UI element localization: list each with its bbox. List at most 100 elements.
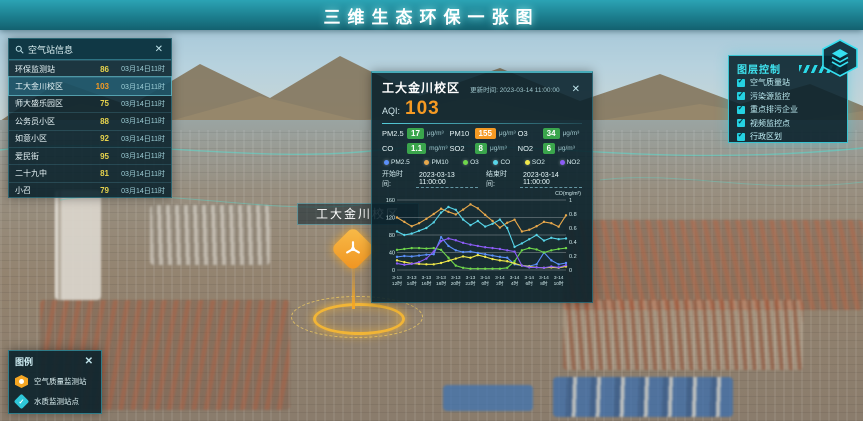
svg-text:80: 80 [389, 233, 395, 239]
station-time: 03月14日11时 [109, 151, 165, 161]
checkbox-checked-icon[interactable] [737, 133, 745, 141]
station-name: 爱民街 [15, 151, 89, 162]
marker-stem [352, 269, 355, 309]
pollutant-unit: mg/m³ [429, 145, 447, 152]
layer-item[interactable]: 视频监控点 [737, 117, 839, 131]
checkbox-checked-icon[interactable] [737, 106, 745, 114]
svg-text:3-142时: 3-142时 [495, 275, 505, 287]
svg-text:0: 0 [569, 268, 572, 274]
station-row[interactable]: 如意小区 92 03月14日11时 [9, 130, 171, 147]
legend-item[interactable]: CO [493, 159, 510, 166]
station-time: 03月14日11时 [109, 64, 165, 74]
station-panel-title: 空气站信息 [28, 43, 73, 56]
pollutant-name: O3 [518, 129, 540, 138]
svg-text:3-1410时: 3-1410时 [554, 275, 564, 287]
legend-entry-label: 空气质量监测站 [34, 376, 87, 387]
divider [382, 123, 582, 124]
close-icon[interactable]: ✕ [570, 84, 582, 95]
svg-text:3-1312时: 3-1312时 [392, 275, 402, 287]
layer-item[interactable]: 行政区划 [737, 130, 839, 144]
svg-text:3-1322时: 3-1322时 [465, 275, 475, 287]
svg-text:3-146时: 3-146时 [524, 275, 534, 287]
station-aqi: 75 [89, 99, 109, 108]
svg-text:3-140时: 3-140时 [480, 275, 490, 287]
svg-text:0.8: 0.8 [569, 212, 577, 218]
station-aqi: 86 [89, 65, 109, 74]
legend-dot [560, 160, 565, 165]
pollutant-value: 6 [543, 143, 555, 154]
station-name: 师大盛乐园区 [15, 98, 89, 109]
svg-text:3-148时: 3-148时 [539, 275, 549, 287]
station-row[interactable]: 小召 79 03月14日11时 [9, 182, 171, 199]
legend-item[interactable]: NO2 [560, 159, 580, 166]
pollutant-unit: μg/m³ [499, 130, 516, 137]
legend-entry-air: 空气质量监测站 [15, 375, 95, 388]
station-aqi: 88 [89, 117, 109, 126]
air-station-hexagon-icon [15, 375, 28, 388]
layers-icon [820, 39, 860, 77]
layers-hexagon-button[interactable] [820, 39, 860, 77]
station-row[interactable]: 师大盛乐园区 75 03月14日11时 [9, 95, 171, 112]
legend-entry-water: 水质监测站点 [15, 395, 95, 408]
legend-item[interactable]: O3 [463, 159, 479, 166]
close-icon[interactable]: ✕ [83, 356, 95, 367]
station-row[interactable]: 爱民街 95 03月14日11时 [9, 147, 171, 164]
svg-text:CO(mg/m³): CO(mg/m³) [555, 191, 581, 197]
station-aqi: 103 [89, 82, 109, 91]
marker-inner-ring [313, 303, 405, 335]
legend-item[interactable]: PM10 [424, 159, 448, 166]
station-row[interactable]: 公务员小区 88 03月14日11时 [9, 112, 171, 129]
station-row-selected[interactable]: 工大金川校区 103 03月14日11时 [9, 77, 171, 94]
update-time-label: 更新时间: 2023-03-14 11:00:00 [470, 84, 560, 94]
checkbox-checked-icon[interactable] [737, 119, 745, 127]
aqi-label: AQI: [382, 106, 400, 116]
end-time-label: 结束时间: [486, 169, 512, 189]
chart-legend: PM2.5 PM10 O3 CO SO2 NO2 [384, 159, 580, 166]
svg-text:0: 0 [392, 268, 395, 274]
station-row[interactable]: 环保监测站 86 03月14日11时 [9, 60, 171, 77]
station-row[interactable]: 二十九中 81 03月14日11时 [9, 164, 171, 181]
air-station-marker-icon[interactable] [330, 226, 375, 271]
water-station-diamond-icon [14, 394, 30, 410]
legend-item[interactable]: PM2.5 [384, 159, 410, 166]
pollutant-value: 1.1 [407, 143, 426, 154]
search-icon [15, 45, 24, 54]
legend-dot [525, 160, 530, 165]
detail-station-title: 工大金川校区 [382, 79, 460, 96]
svg-text:3-1320时: 3-1320时 [451, 275, 461, 287]
start-time-input[interactable]: 2023-03-13 11:00:00 [416, 171, 478, 188]
end-time-input[interactable]: 2023-03-14 11:00:00 [520, 171, 582, 188]
aqi-value: 103 [405, 98, 440, 120]
layer-item[interactable]: 污染源监控 [737, 90, 839, 104]
station-aqi: 92 [89, 134, 109, 143]
station-name: 小召 [15, 185, 89, 196]
pollutant-unit: μg/m³ [427, 130, 444, 137]
svg-text:3-144时: 3-144时 [510, 275, 520, 287]
station-time: 03月14日11时 [109, 82, 165, 92]
close-icon[interactable]: ✕ [153, 44, 165, 55]
station-aqi: 79 [89, 186, 109, 195]
layer-panel-title: 图层控制 [737, 61, 781, 76]
pollutant-cell: CO 1.1 mg/m³ [382, 143, 448, 154]
layer-item[interactable]: 重点排污企业 [737, 103, 839, 117]
svg-text:1: 1 [569, 198, 572, 204]
windmill-icon [344, 240, 362, 258]
pollutant-unit: μg/m³ [563, 130, 580, 137]
pollutant-value: 17 [407, 128, 424, 139]
station-time: 03月14日11时 [109, 134, 165, 144]
layer-label: 视频监控点 [750, 118, 790, 129]
page-title: 三维生态环保一张图 [324, 3, 540, 28]
layer-label: 行政区划 [750, 131, 782, 142]
checkbox-checked-icon[interactable] [737, 92, 745, 100]
svg-text:0.6: 0.6 [569, 226, 577, 232]
pollutant-name: PM2.5 [382, 129, 404, 138]
station-list-panel: 空气站信息 ✕ 环保监测站 86 03月14日11时 工大金川校区 103 03… [8, 38, 172, 198]
layer-item[interactable]: 空气质量站 [737, 76, 839, 90]
checkbox-checked-icon[interactable] [737, 79, 745, 87]
layer-label: 重点排污企业 [750, 104, 798, 115]
legend-item[interactable]: SO2 [525, 159, 545, 166]
station-name: 工大金川校区 [15, 81, 89, 92]
svg-text:0.4: 0.4 [569, 240, 577, 246]
pollutant-trend-chart: 0408012016000.20.40.60.81CO(mg/m³)3-1312… [382, 190, 582, 307]
svg-text:120: 120 [386, 216, 395, 222]
